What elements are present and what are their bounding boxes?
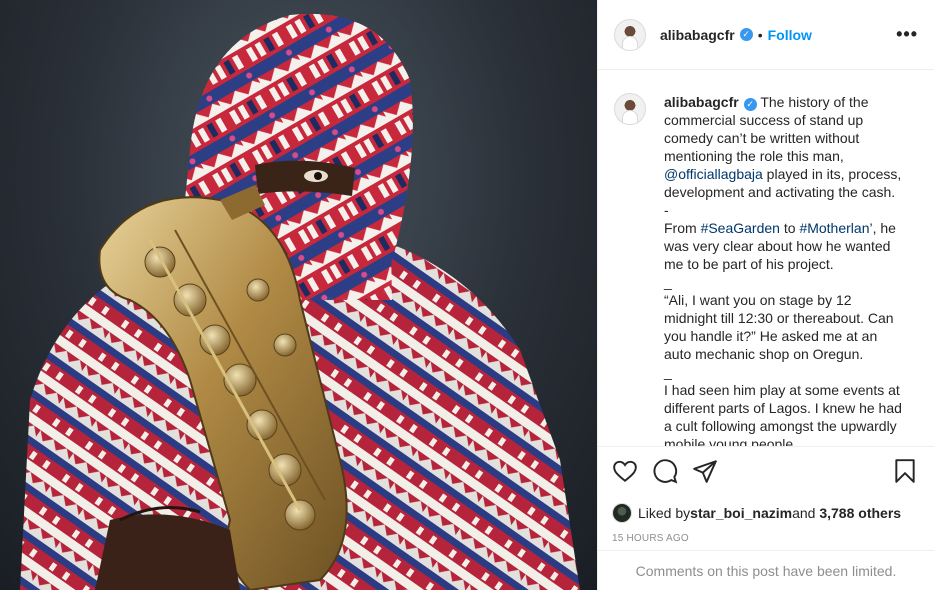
post-timestamp[interactable]: 15 HOURS AGO — [612, 533, 920, 544]
avatar[interactable] — [614, 18, 646, 51]
caption-body-3: to — [779, 220, 800, 236]
post-header: alibabagcfr ✓ • Follow ••• — [598, 0, 934, 70]
comments-limited-notice: Comments on this post have been limited. — [598, 550, 934, 590]
hashtag-link-motherlan[interactable]: #Motherlan — [799, 220, 869, 236]
instagram-post: alibabagcfr ✓ • Follow ••• alibabagcfr ✓ … — [0, 0, 934, 590]
more-options-icon[interactable]: ••• — [896, 24, 918, 45]
verified-badge-icon: ✓ — [739, 28, 753, 41]
post-photo[interactable] — [0, 0, 597, 590]
likes-summary: Liked by star_boi_nazim and 3,788 others — [612, 503, 920, 523]
caption-body-4: ’, he was very clear about how he wanted… — [664, 220, 902, 446]
caption: alibabagcfr ✓ The history of the commerci… — [614, 93, 918, 446]
action-icons — [612, 457, 920, 487]
post-side-panel: alibabagcfr ✓ • Follow ••• alibabagcfr ✓ … — [597, 0, 934, 590]
likes-middle: and — [792, 505, 816, 521]
caption-avatar[interactable] — [614, 93, 646, 125]
caption-username-link[interactable]: alibabagcfr — [664, 94, 739, 110]
bookmark-icon[interactable] — [892, 458, 920, 486]
follow-button[interactable]: Follow — [768, 27, 812, 43]
heart-icon[interactable] — [612, 458, 640, 486]
photo-illustration — [20, 13, 580, 590]
comment-icon[interactable] — [652, 458, 680, 486]
mention-link[interactable]: @officiallagbaja — [664, 166, 763, 182]
username-link[interactable]: alibabagcfr — [660, 27, 735, 43]
liker-username-link[interactable]: star_boi_nazim — [690, 505, 792, 521]
hashtag-link-seagarden[interactable]: #SeaGarden — [701, 220, 780, 236]
actions-bar: Liked by star_boi_nazim and 3,788 others… — [598, 446, 934, 544]
comments-area[interactable]: alibabagcfr ✓ The history of the commerci… — [598, 71, 934, 446]
liker-avatar[interactable] — [612, 503, 632, 523]
caption-text: alibabagcfr ✓ The history of the commerci… — [664, 93, 904, 446]
share-icon[interactable] — [692, 458, 720, 486]
caption-verified-badge-icon: ✓ — [743, 98, 757, 111]
others-link[interactable]: 3,788 others — [819, 505, 901, 521]
likes-prefix: Liked by — [638, 505, 691, 521]
separator-dot: • — [757, 26, 763, 43]
